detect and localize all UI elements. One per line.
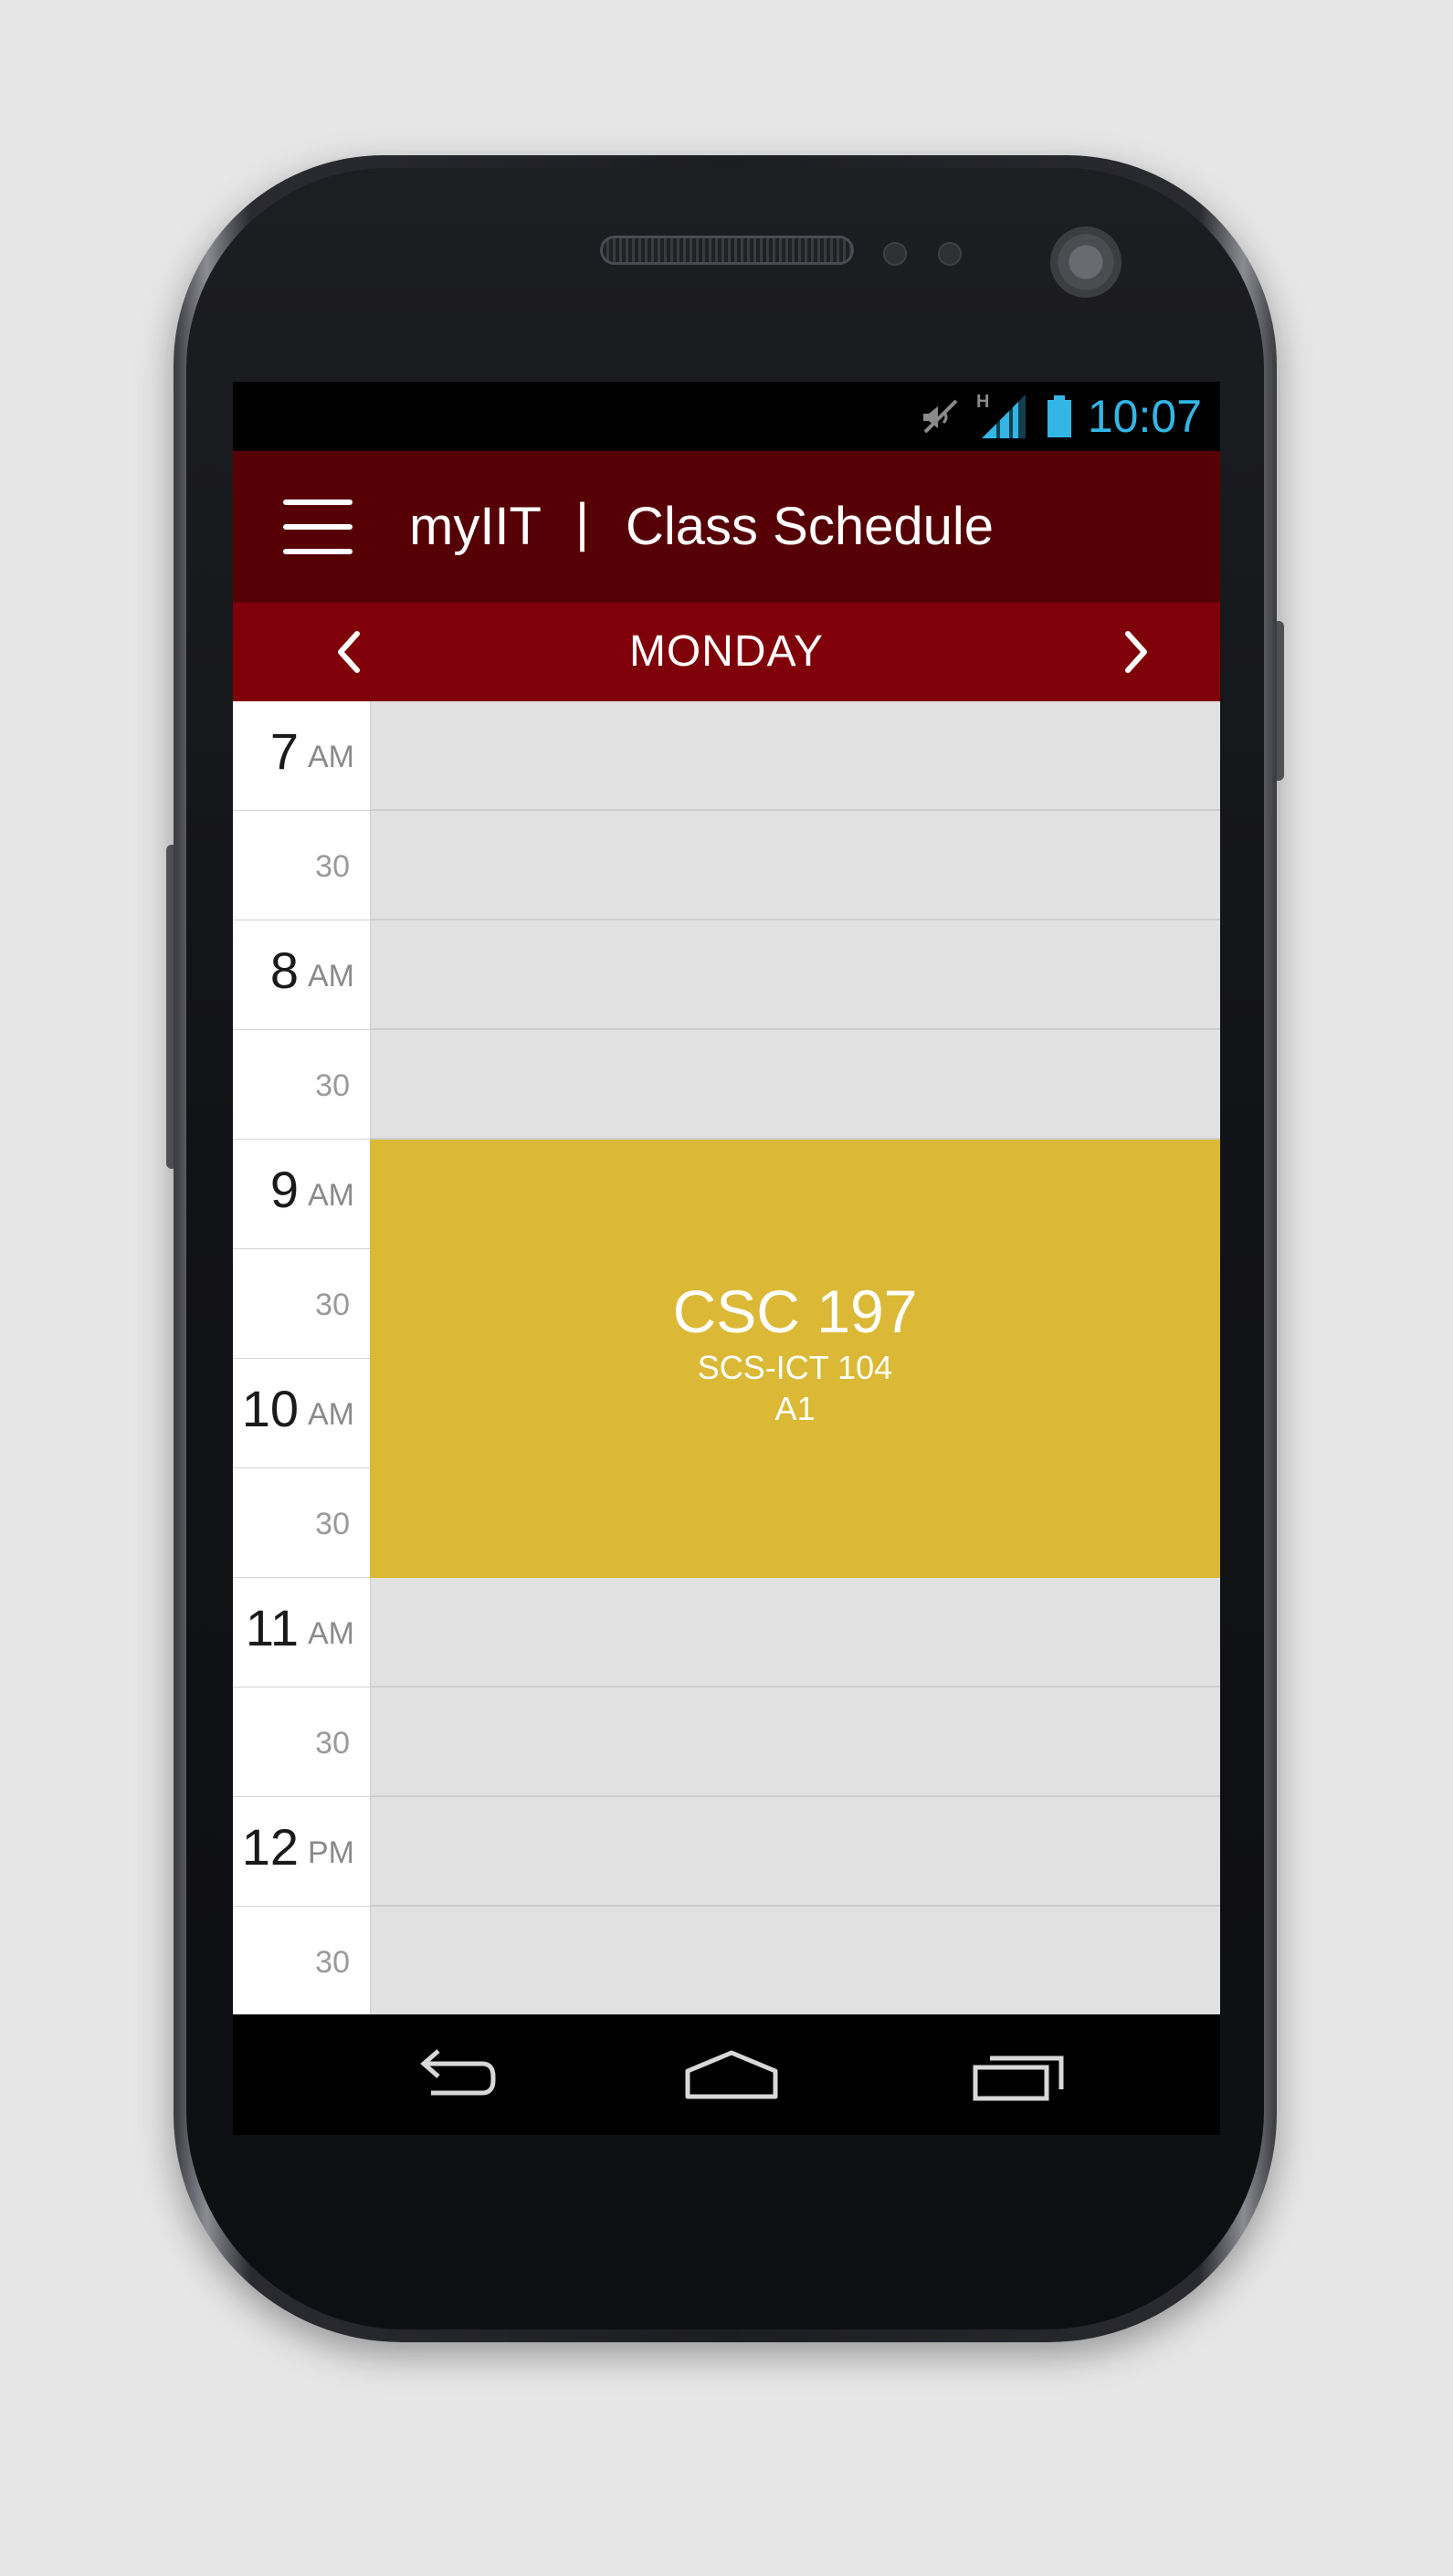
time-label: 30 [233, 811, 370, 920]
hour-period: PM [308, 1835, 354, 1870]
half-hour-label: 30 [315, 1288, 350, 1322]
battery-icon [1047, 395, 1071, 437]
hour-period: AM [308, 1178, 354, 1213]
time-label: 30 [233, 1907, 370, 2016]
hour-number: 10 [241, 1380, 299, 1437]
hour-period: AM [308, 740, 354, 774]
earpiece-speaker [600, 236, 854, 265]
status-bar: H 10:07 [233, 382, 1220, 451]
time-label: 30 [233, 1688, 370, 1797]
chevron-left-icon[interactable] [322, 625, 377, 679]
time-slot-row: 30 [233, 1907, 1220, 2016]
time-label: 12 PM [233, 1797, 370, 1907]
phone-screen: H 10:07 myIIT | Class Schedule MONDAY 7 … [233, 382, 1220, 2135]
class-room: SCS-ICT 104 [697, 1349, 893, 1386]
half-hour-label: 30 [315, 1726, 350, 1761]
half-hour-label: 30 [315, 849, 350, 884]
network-type-label: H [976, 392, 989, 412]
hour-number: 9 [269, 1161, 299, 1218]
time-label: 11 AM [233, 1578, 370, 1688]
time-label: 7 AM [233, 701, 370, 811]
schedule-cell[interactable] [370, 1797, 1220, 1907]
time-slot-row: 11 AM [233, 1578, 1220, 1688]
time-slot-row: 30 [233, 1688, 1220, 1797]
signal-icon: H [976, 392, 1026, 438]
time-label: 30 [233, 1468, 370, 1578]
time-label: 8 AM [233, 920, 370, 1030]
schedule-grid: 7 AM 30 8 AM 30 9 AM 30 10 AM 30 11 AM 3… [233, 701, 1220, 2016]
time-label: 30 [233, 1030, 370, 1140]
system-nav-bar [233, 2014, 1220, 2135]
half-hour-label: 30 [315, 1068, 350, 1103]
day-label: MONDAY [628, 627, 825, 676]
schedule-cell[interactable] [370, 1907, 1220, 2016]
hour-number: 12 [241, 1818, 299, 1876]
hour-period: AM [308, 1616, 354, 1651]
status-icons: H 10:07 [920, 391, 1202, 442]
time-slot-row: 30 [233, 1030, 1220, 1140]
half-hour-label: 30 [315, 1945, 350, 1980]
time-slot-row: 30 [233, 811, 1220, 920]
schedule-cell[interactable] [370, 811, 1220, 920]
class-block[interactable]: CSC 197 SCS-ICT 104 A1 [370, 1140, 1220, 1578]
chevron-right-icon[interactable] [1108, 625, 1163, 679]
day-navigation: MONDAY [233, 603, 1220, 701]
time-label: 10 AM [233, 1359, 370, 1468]
class-section: A1 [774, 1390, 816, 1427]
time-slot-row: 7 AM [233, 701, 1220, 811]
page-title: Class Schedule [626, 497, 994, 556]
schedule-cell[interactable] [370, 920, 1220, 1030]
front-camera [1050, 226, 1121, 298]
app-name: myIIT [409, 497, 542, 556]
schedule-cell[interactable] [370, 701, 1220, 811]
hour-period: AM [308, 1397, 354, 1432]
app-bar: myIIT | Class Schedule [233, 451, 1220, 603]
title-separator: | [575, 493, 590, 552]
proximity-sensor [883, 242, 907, 266]
time-slot-row: 12 PM [233, 1797, 1220, 1907]
schedule-cell[interactable] [370, 1030, 1220, 1140]
light-sensor [938, 242, 962, 266]
schedule-cell[interactable] [370, 1688, 1220, 1797]
time-label: 9 AM [233, 1140, 370, 1249]
hamburger-menu-icon[interactable] [283, 499, 353, 554]
home-icon[interactable] [677, 2040, 786, 2109]
hour-number: 7 [269, 722, 299, 780]
back-icon[interactable] [395, 2040, 504, 2109]
half-hour-label: 30 [315, 1507, 350, 1541]
recent-apps-icon[interactable] [966, 2040, 1076, 2109]
status-time: 10:07 [1087, 391, 1202, 442]
time-label: 30 [233, 1249, 370, 1359]
class-code: CSC 197 [672, 1277, 918, 1345]
hour-period: AM [308, 959, 354, 994]
schedule-cell[interactable] [370, 1578, 1220, 1688]
hour-number: 8 [269, 941, 299, 999]
mute-icon [922, 399, 958, 434]
hour-number: 11 [245, 1599, 299, 1656]
time-slot-row: 8 AM [233, 920, 1220, 1030]
